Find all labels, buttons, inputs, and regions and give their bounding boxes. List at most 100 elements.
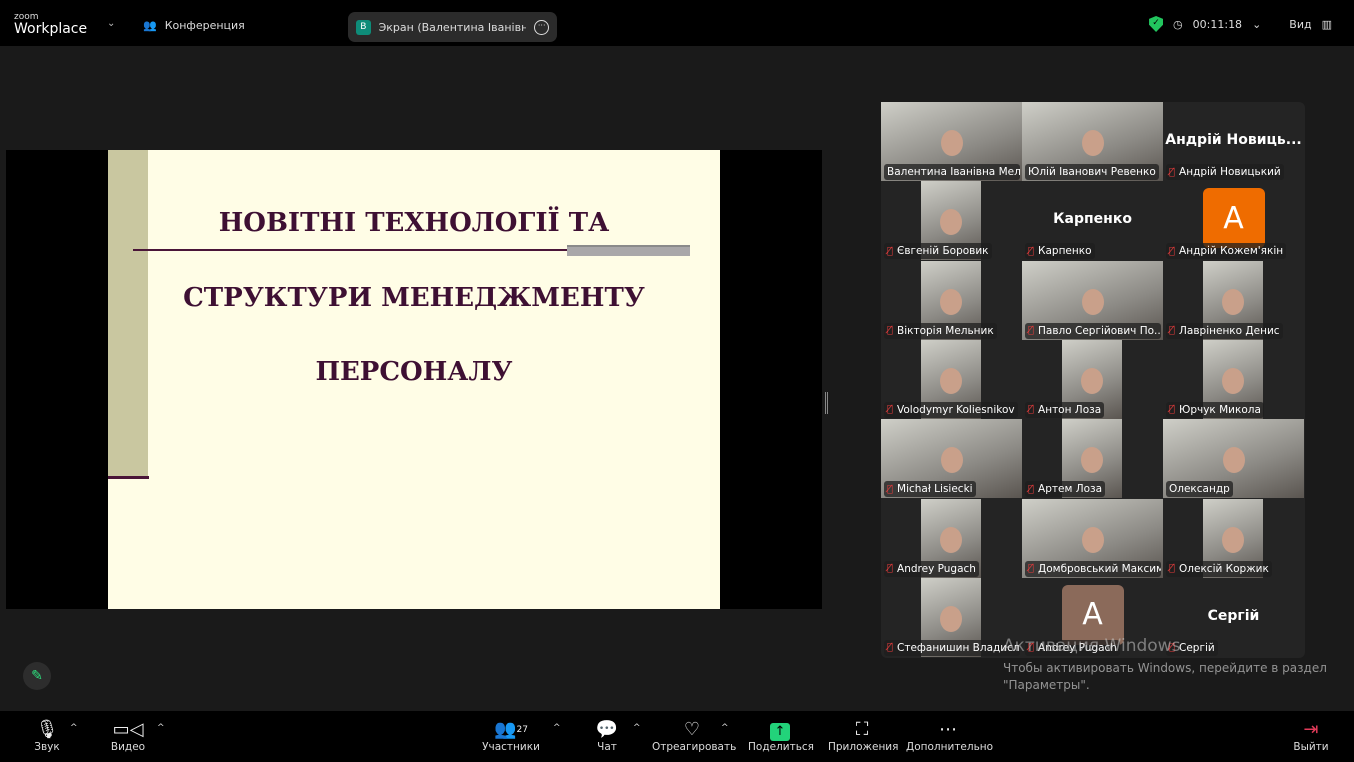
video-options-caret[interactable]: ^ [157, 723, 165, 733]
participant-tile[interactable]: Юлій Іванович Ревенко [1022, 102, 1163, 181]
participant-face [940, 605, 962, 632]
sharer-avatar: В [356, 19, 371, 35]
view-layout-icon[interactable]: ▥ [1322, 18, 1332, 31]
splitter-handle[interactable] [825, 392, 828, 414]
participant-tile[interactable]: 🎙̸ Volodymyr Koliesnikov [881, 339, 1022, 419]
annotate-pen-icon[interactable]: ✎ [23, 662, 51, 690]
participant-tile[interactable]: 🎙̸ Стефанишин Владисл... [881, 577, 1022, 657]
participant-name-label: 🎙̸ Лавріненко Денис [1166, 322, 1283, 339]
participant-face [940, 209, 962, 236]
meeting-info-button[interactable]: 👥 Конференция [143, 19, 245, 32]
participant-tile[interactable]: Андрій Новиць... 🎙̸ Андрій Новицький [1163, 102, 1304, 181]
participant-display-name: Сергій [1207, 607, 1260, 624]
chat-button[interactable]: 💬 Чат [592, 719, 622, 753]
participant-display-name: Андрій Новиць... [1165, 132, 1302, 148]
participant-tile[interactable]: 🎙̸ Олексій Коржик [1163, 498, 1304, 578]
slide-title-line-3: ПЕРСОНАЛУ [315, 357, 513, 387]
participant-name-label: 🎙̸ Антон Лоза [1025, 401, 1105, 418]
participant-tile[interactable]: 🎙̸ Євгеній Боровик [881, 181, 1022, 261]
mic-muted-icon: 🎙̸ [1028, 245, 1035, 257]
meeting-timer: 00:11:18 [1192, 17, 1243, 31]
participant-face [1222, 526, 1244, 553]
heart-icon: ♡ [683, 719, 701, 740]
participant-face [940, 447, 963, 474]
participant-display-name: Карпенко [1053, 211, 1132, 228]
react-caret[interactable]: ^ [721, 723, 729, 733]
participants-count: 27 [516, 725, 528, 735]
participant-face [1081, 130, 1104, 156]
more-icon[interactable]: ··· [534, 19, 549, 35]
mic-muted-icon: 🎙̸ [1028, 483, 1035, 495]
participants-button[interactable]: 👥27 Участники [480, 719, 542, 753]
mic-muted-icon: 🎙̸ [887, 642, 894, 654]
participant-tile[interactable]: Валентина Іванівна Мель... [881, 102, 1022, 181]
mic-muted-icon: 🎙̸ [887, 563, 894, 574]
participant-name-label: 🎙̸ Павло Сергійович По... [1025, 322, 1161, 339]
participant-tile[interactable]: Олександр [1163, 419, 1304, 499]
participant-tile[interactable]: 🎙̸ Вікторія Мельник [881, 260, 1022, 340]
mic-muted-icon: 🎙̸ [1028, 563, 1035, 574]
participants-caret[interactable]: ^ [553, 723, 561, 733]
top-bar: zoom Workplace ⌄ 👥 Конференция В Экран (Вал… [0, 0, 1354, 46]
screen-share-indicator[interactable]: ВЭкран (Валентина Іванівна Мельник)··· [348, 12, 557, 42]
mic-muted-icon: 🎙̸ [887, 325, 894, 337]
leave-button[interactable]: ⇥ Выйти [1292, 719, 1330, 753]
microphone-icon: 🎙 [35, 719, 59, 740]
participant-tile[interactable]: 🎙̸ Лавріненко Денис [1163, 260, 1304, 340]
slide-accent-line [108, 476, 149, 479]
react-button[interactable]: ♡ Отреагировать [652, 719, 736, 753]
participant-avatar: A [1202, 188, 1265, 249]
meeting-toolbar: 🎙 Звук ^ ▭◁ Видео ^ 👥27 Участники ^ 💬 Чат ^ … [0, 711, 1354, 762]
windows-activation-text: Чтобы активировать Windows, перейдите в … [1003, 661, 1327, 692]
participant-tile[interactable]: 🎙̸ Юрчук Микола [1163, 339, 1304, 419]
participant-name-label: 🎙̸ Андрій Кожем'якін [1166, 243, 1287, 260]
participant-tile[interactable]: A 🎙̸ Андрій Кожем'якін [1163, 181, 1304, 260]
participants-icon: 👥 [494, 719, 517, 740]
mic-muted-icon: 🎙̸ [1169, 404, 1176, 416]
participant-face [940, 288, 962, 315]
participant-tile[interactable]: 🎙̸ Павло Сергійович По... [1022, 260, 1163, 340]
video-button[interactable]: ▭◁ Видео [108, 719, 148, 753]
shared-screen: НОВІТНІ ТЕХНОЛОГІЇ ТА СТРУКТУРИ МЕНЕДЖМЕ… [6, 150, 822, 609]
slide-side-bar [108, 150, 148, 478]
more-button[interactable]: ⋯ Дополнительно [906, 719, 993, 753]
participant-gallery: Валентина Іванівна Мель... Юлій Іванович … [881, 102, 1305, 658]
participant-tile[interactable]: 🎙̸ Артем Лоза [1022, 419, 1163, 499]
encryption-shield-icon[interactable]: ✓ [1149, 16, 1164, 32]
participant-face [1222, 447, 1245, 474]
chat-caret[interactable]: ^ [633, 723, 641, 733]
participant-face [1081, 447, 1103, 474]
participant-name-label: 🎙̸ Артем Лоза [1025, 481, 1106, 498]
participant-face [1222, 367, 1244, 394]
participant-name-label: 🎙̸ Євгеній Боровик [884, 243, 992, 260]
mic-muted-icon: 🎙̸ [1028, 325, 1035, 337]
participant-face [1222, 288, 1244, 315]
participant-name-label: 🎙̸ Андрій Новицький [1166, 164, 1284, 180]
participant-tile[interactable]: Сергій 🎙̸ Сергій [1163, 578, 1304, 657]
participant-name-label: 🎙̸ Олексій Коржик [1166, 560, 1272, 577]
participant-name-label: 🎙̸ Michał Lisiecki [884, 481, 976, 498]
participant-face [940, 367, 962, 394]
audio-options-caret[interactable]: ^ [70, 723, 78, 733]
leave-icon: ⇥ [1303, 719, 1319, 740]
slide-title-line-1: НОВІТНІ ТЕХНОЛОГІЇ ТА [218, 208, 610, 238]
share-button[interactable]: ↑ Поделиться [748, 719, 814, 753]
mic-muted-icon: 🎙̸ [887, 245, 894, 257]
participant-face [940, 130, 963, 156]
participant-tile[interactable]: 🎙̸ Домбровський Максим [1022, 498, 1163, 578]
view-button[interactable]: Вид [1289, 18, 1311, 31]
chevron-down-icon[interactable]: ⌄ [107, 18, 115, 29]
participant-tile[interactable]: 🎙̸ Антон Лоза [1022, 339, 1163, 419]
participant-face [940, 526, 962, 553]
chevron-down-icon[interactable]: ⌄ [1252, 18, 1261, 31]
audio-button[interactable]: 🎙 Звук [30, 719, 64, 753]
participant-tile[interactable]: 🎙̸ Michał Lisiecki [881, 419, 1022, 499]
participant-name-label: 🎙̸ Стефанишин Владисл... [884, 639, 1020, 656]
presentation-slide: НОВІТНІ ТЕХНОЛОГІЇ ТА СТРУКТУРИ МЕНЕДЖМЕ… [108, 150, 720, 609]
apps-icon: ⛶ [855, 719, 869, 740]
apps-button[interactable]: ⛶ Приложения [828, 719, 898, 753]
participant-tile[interactable]: Карпенко 🎙̸ Карпенко [1022, 181, 1163, 260]
participant-tile[interactable]: 🎙̸ Andrey Pugach [881, 498, 1022, 578]
participant-name-label: 🎙̸ Домбровський Максим [1025, 560, 1161, 577]
mic-muted-icon: 🎙̸ [1169, 325, 1176, 337]
